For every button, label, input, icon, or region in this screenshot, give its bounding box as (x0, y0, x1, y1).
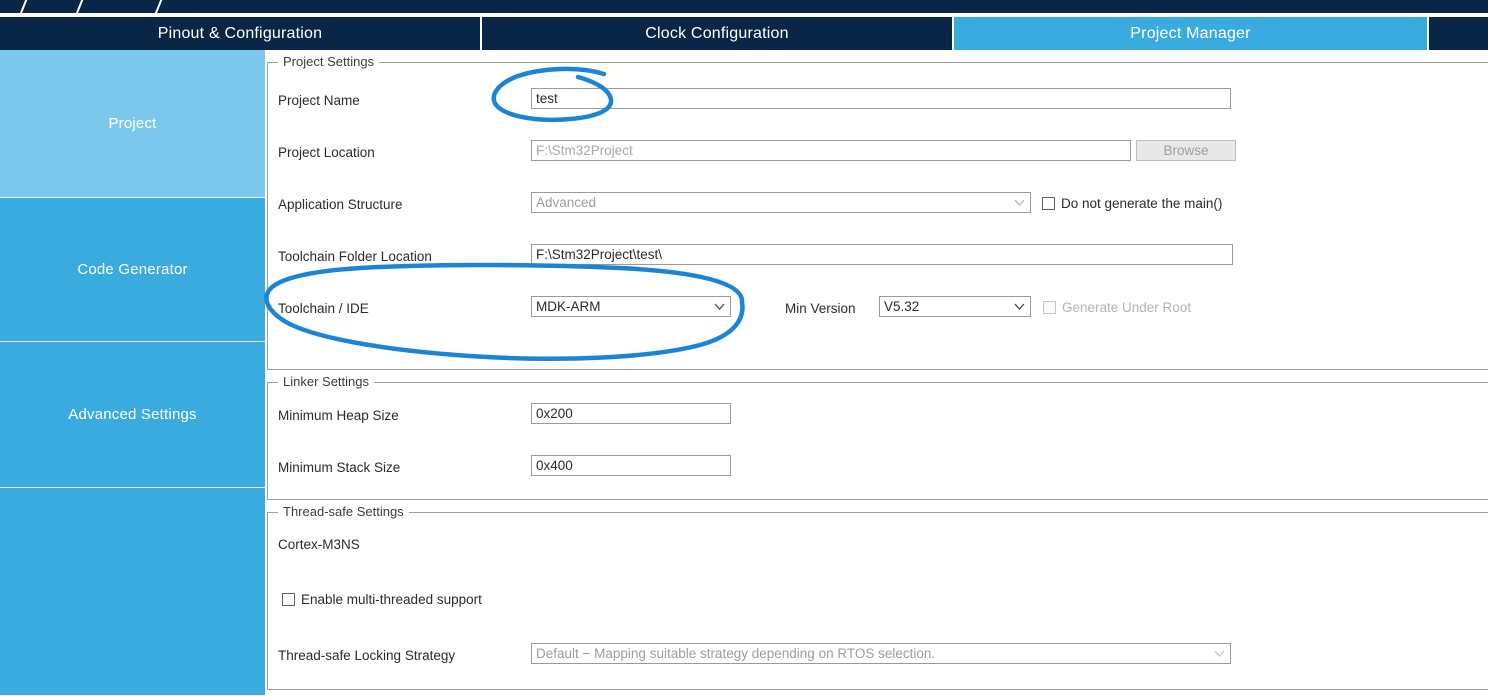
sidebar-item-code-generator[interactable]: Code Generator (0, 198, 265, 342)
thread-safe-locking-strategy-value: Default − Mapping suitable strategy depe… (536, 646, 936, 661)
do-not-generate-main-label: Do not generate the main() (1061, 196, 1223, 211)
tab-label: Project Manager (1130, 25, 1251, 42)
toolchain-ide-select[interactable]: MDK-ARM (531, 296, 731, 317)
enable-multi-threaded-support-label: Enable multi-threaded support (301, 592, 482, 607)
toolchain-folder-location-input[interactable]: F:\Stm32Project\test\ (531, 244, 1233, 265)
min-version-select[interactable]: V5.32 (879, 296, 1031, 317)
tab-label: Pinout & Configuration (157, 25, 323, 42)
checkbox-box (1042, 197, 1055, 210)
chevron-down-icon (1012, 297, 1026, 316)
sidebar-item-label: Advanced Settings (68, 406, 197, 423)
minimum-heap-size-input[interactable]: 0x200 (531, 403, 731, 424)
tab-label: Clock Configuration (645, 25, 789, 42)
breadcrumb (0, 0, 1488, 13)
application-structure-label: Application Structure (278, 197, 403, 212)
toolchain-folder-location-label: Toolchain Folder Location (278, 249, 432, 264)
toolchain-ide-label: Toolchain / IDE (278, 301, 369, 316)
minimum-stack-size-label: Minimum Stack Size (278, 460, 401, 475)
thread-safe-settings-title: Thread-safe Settings (278, 504, 409, 519)
linker-settings-group: Linker Settings Minimum Heap Size 0x200 … (267, 374, 1488, 500)
min-version-value: V5.32 (884, 299, 920, 314)
chevron-down-icon (1012, 193, 1026, 212)
core-name-label: Cortex-M3NS (278, 537, 360, 552)
project-settings-group: Project Settings Project Name test Proje… (267, 54, 1488, 370)
sidebar-item-label: Code Generator (77, 261, 188, 278)
sidebar-item-empty[interactable] (0, 488, 265, 696)
slash-separator-icon (17, 0, 29, 13)
do-not-generate-main-checkbox[interactable]: Do not generate the main() (1042, 196, 1222, 211)
slash-separator-icon (73, 0, 85, 13)
checkbox-box (282, 593, 295, 606)
tab-project-manager[interactable]: Project Manager (954, 17, 1427, 51)
browse-button[interactable]: Browse (1136, 140, 1236, 161)
generate-under-root-label: Generate Under Root (1062, 300, 1192, 315)
chevron-down-icon (1212, 644, 1226, 663)
sidebar-item-advanced-settings[interactable]: Advanced Settings (0, 342, 265, 488)
body-area: Project Code Generator Advanced Settings P… (0, 50, 1488, 696)
linker-settings-title: Linker Settings (278, 374, 374, 389)
toolchain-ide-value: MDK-ARM (536, 299, 601, 314)
content-panel: Project Settings Project Name test Proje… (265, 50, 1488, 696)
checkbox-box (1043, 301, 1056, 314)
chevron-down-icon (712, 297, 726, 316)
thread-safe-locking-strategy-label: Thread-safe Locking Strategy (278, 648, 456, 663)
thread-safe-settings-group: Thread-safe Settings Cortex-M3NS Enable … (267, 504, 1488, 690)
application-structure-value: Advanced (536, 195, 597, 210)
generate-under-root-checkbox[interactable]: Generate Under Root (1043, 300, 1191, 315)
main-tabbar: Pinout & Configuration Clock Configuratio… (0, 13, 1488, 57)
project-settings-title: Project Settings (278, 54, 380, 69)
project-name-input[interactable]: test (531, 88, 1231, 109)
application-structure-select[interactable]: Advanced (531, 192, 1031, 213)
sidebar: Project Code Generator Advanced Settings (0, 50, 265, 696)
tab-extra[interactable] (1429, 17, 1488, 51)
slash-separator-icon (152, 0, 164, 13)
project-location-input[interactable]: F:\Stm32Project (531, 140, 1131, 161)
minimum-heap-size-label: Minimum Heap Size (278, 408, 399, 423)
tab-pinout-configuration[interactable]: Pinout & Configuration (0, 17, 480, 51)
project-name-label: Project Name (278, 93, 360, 108)
enable-multi-threaded-support-checkbox[interactable]: Enable multi-threaded support (282, 592, 482, 607)
project-location-label: Project Location (278, 145, 375, 160)
min-version-label: Min Version (785, 301, 856, 316)
app-window: Pinout & Configuration Clock Configuratio… (0, 0, 1488, 696)
thread-safe-locking-strategy-select[interactable]: Default − Mapping suitable strategy depe… (531, 643, 1231, 664)
sidebar-item-label: Project (108, 115, 157, 132)
minimum-stack-size-input[interactable]: 0x400 (531, 455, 731, 476)
tab-clock-configuration[interactable]: Clock Configuration (482, 17, 952, 51)
sidebar-item-project[interactable]: Project (0, 50, 265, 198)
